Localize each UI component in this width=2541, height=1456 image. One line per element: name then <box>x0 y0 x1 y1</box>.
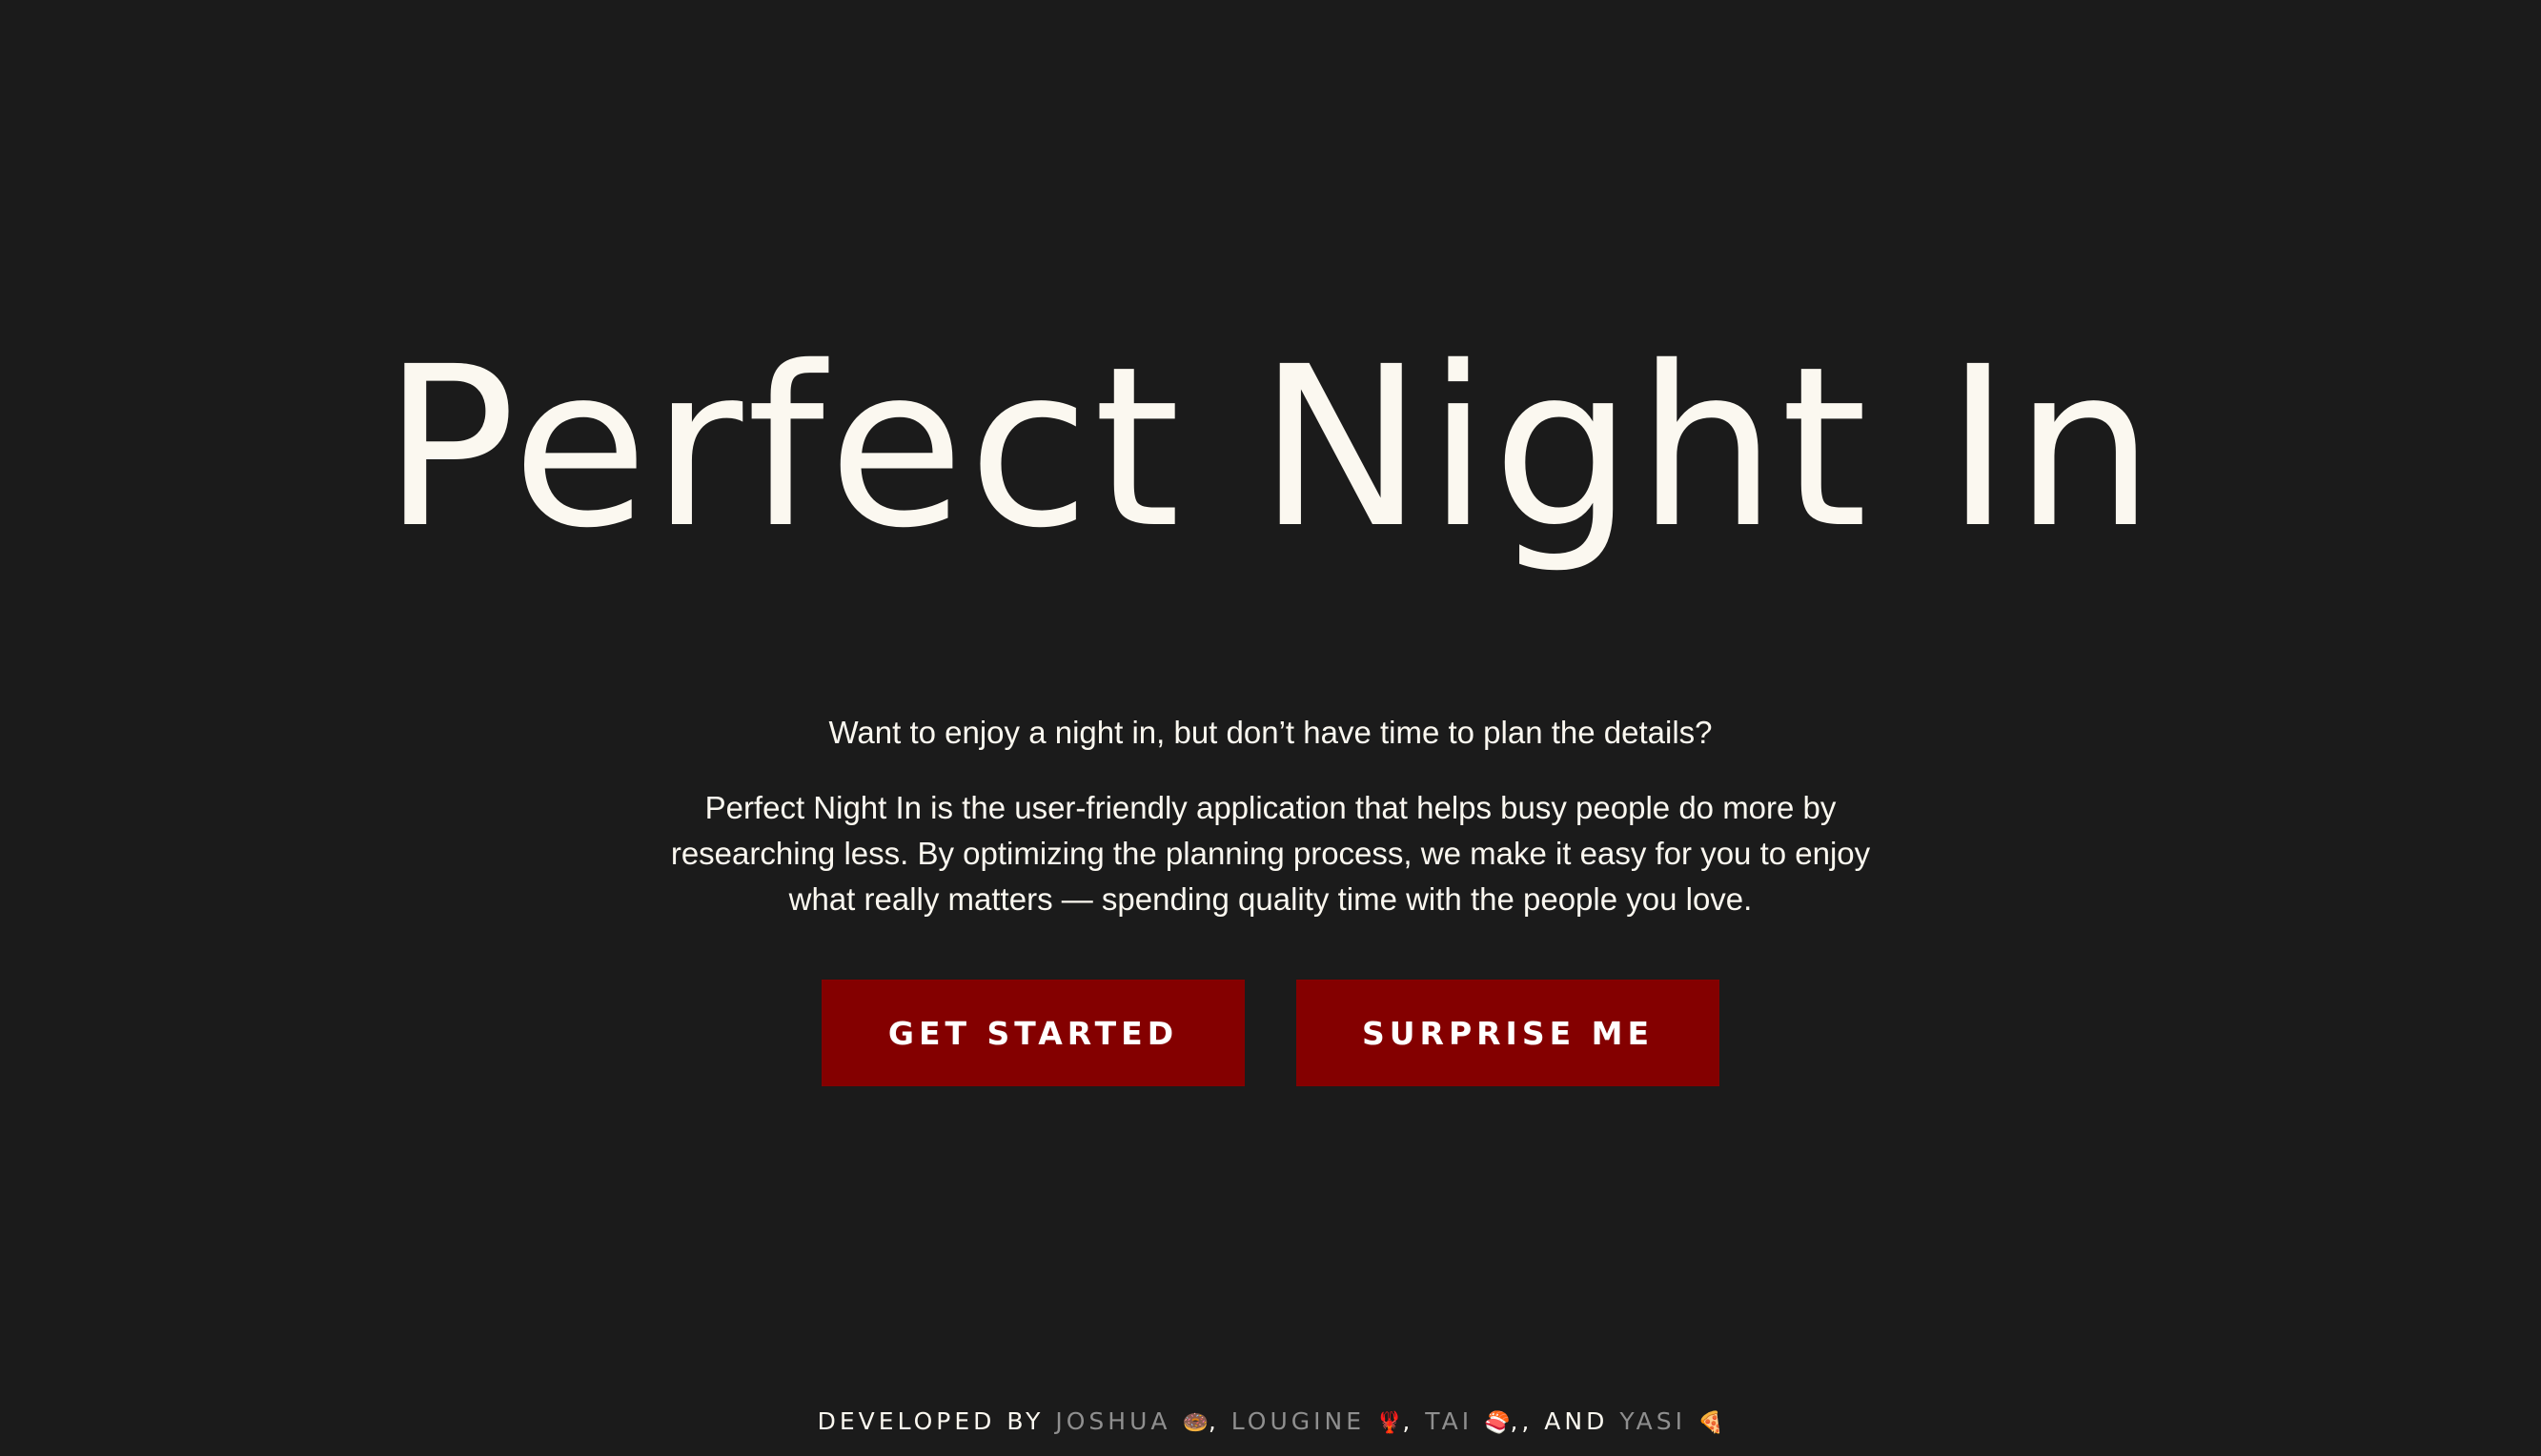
footer-and: AND <box>1544 1407 1620 1435</box>
page-title: Perfect Night In <box>382 319 2159 576</box>
app-description: Perfect Night In is the user-friendly ap… <box>670 790 1871 917</box>
footer-separator: ,, <box>1510 1407 1545 1435</box>
footer-credits: DEVELOPED BY JOSHUA 🍩, LOUGINE 🦞, TAI 🍣,… <box>0 1405 2541 1441</box>
footer-prefix: DEVELOPED BY <box>817 1407 1056 1435</box>
get-started-button[interactable]: GET STARTED <box>822 980 1245 1086</box>
lobster-icon: 🦞 <box>1375 1411 1403 1435</box>
developer-link-joshua[interactable]: JOSHUA <box>1055 1407 1170 1435</box>
footer-separator: , <box>1208 1407 1231 1435</box>
donut-icon: 🍩 <box>1182 1411 1209 1435</box>
footer-separator: , <box>1402 1407 1426 1435</box>
pizza-icon: 🍕 <box>1697 1411 1724 1435</box>
tagline: Want to enjoy a night in, but don’t have… <box>828 715 1713 750</box>
developer-link-yasi[interactable]: YASI <box>1619 1407 1686 1435</box>
developer-link-lougine[interactable]: LOUGINE <box>1231 1407 1365 1435</box>
sushi-icon: 🍣 <box>1484 1411 1511 1435</box>
developer-link-tai[interactable]: TAI <box>1425 1407 1473 1435</box>
surprise-me-button[interactable]: SURPRISE ME <box>1296 980 1719 1086</box>
